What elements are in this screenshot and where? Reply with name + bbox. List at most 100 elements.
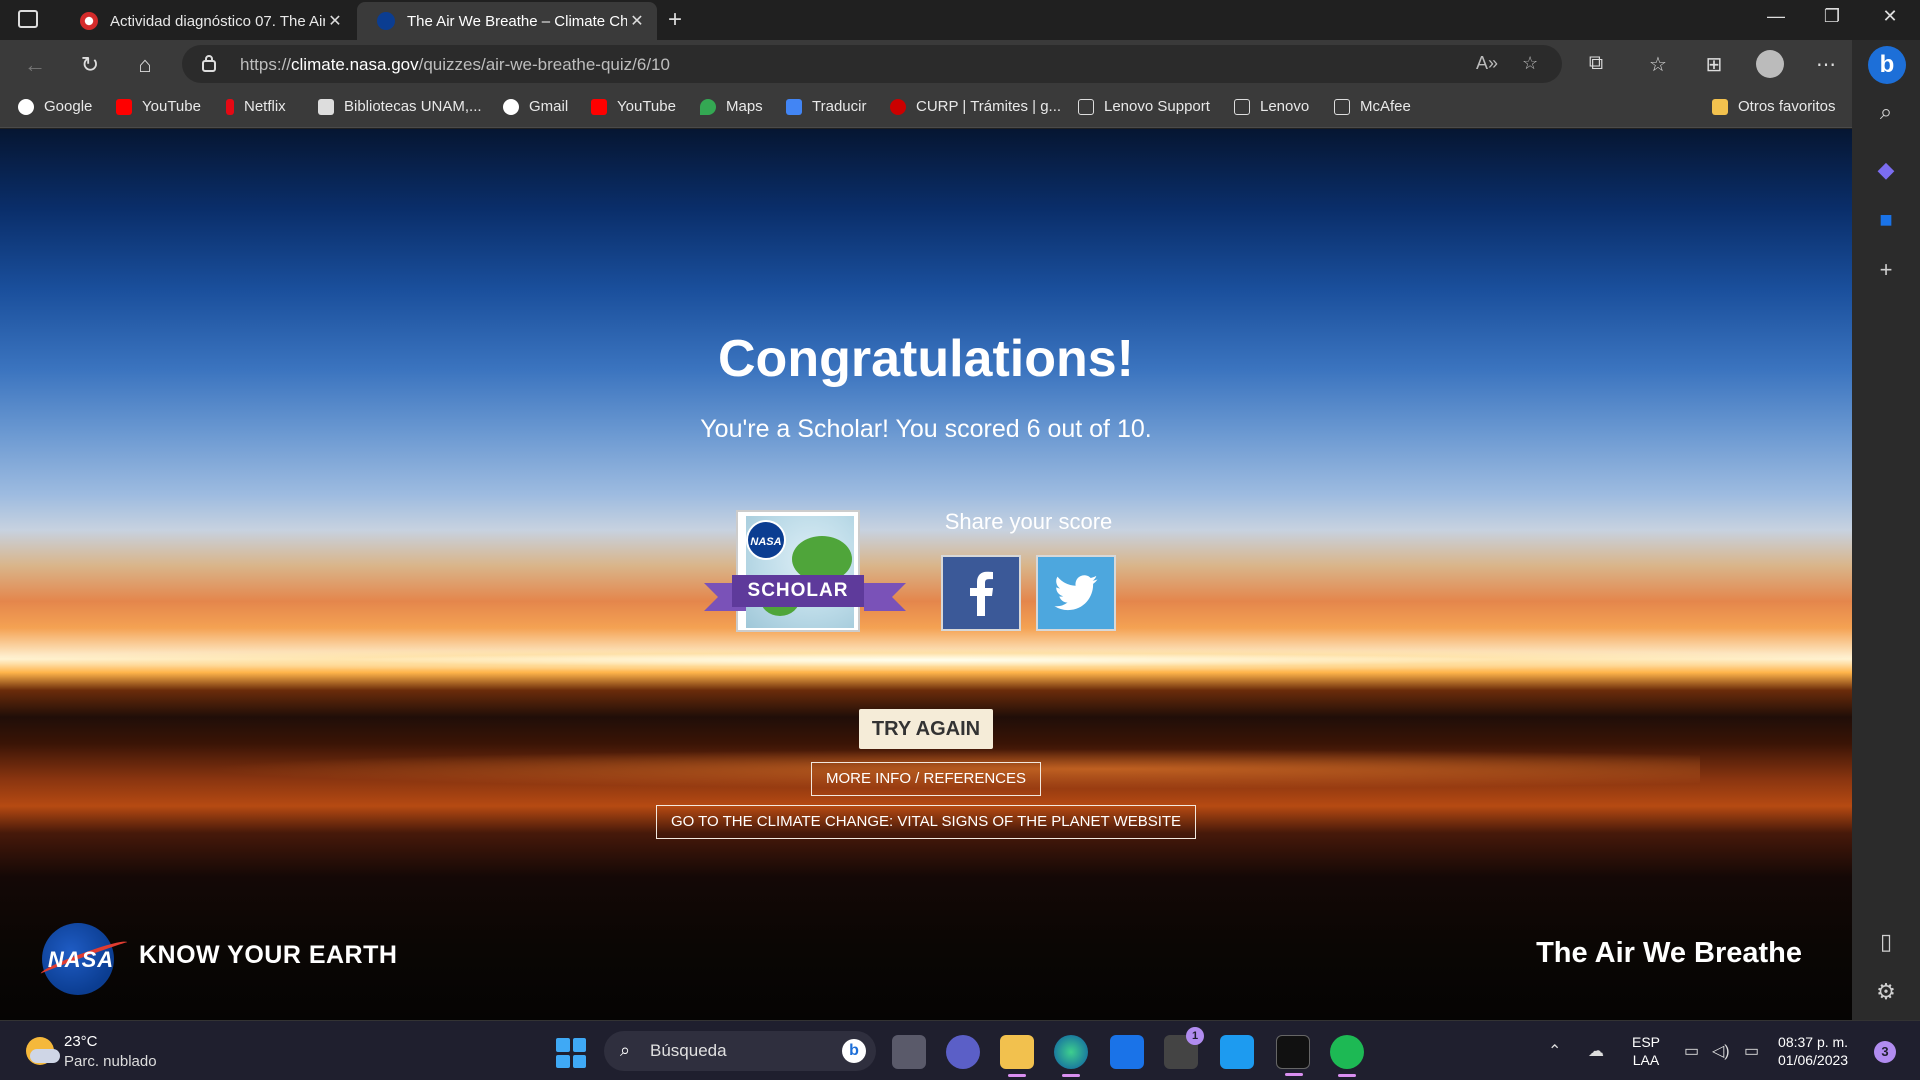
app-l-icon[interactable]: [1220, 1035, 1254, 1069]
facebook-icon: [970, 571, 993, 616]
badge-ribbon: SCHOLAR: [704, 571, 906, 615]
bookmark-youtube-2[interactable]: YouTube: [591, 98, 676, 115]
volume-icon[interactable]: ◁): [1712, 1041, 1730, 1061]
system-clock[interactable]: 08:37 p. m. 01/06/2023: [1778, 1033, 1848, 1069]
edge-sidebar: ⌕ ◆ ■ + ▯ ⚙: [1852, 40, 1920, 1020]
url-text[interactable]: https://climate.nasa.gov/quizzes/air-we-…: [240, 55, 670, 75]
store-icon[interactable]: 1: [1164, 1027, 1204, 1069]
weather-temperature[interactable]: 23°C: [64, 1033, 98, 1050]
spotify-icon[interactable]: [1330, 1035, 1364, 1077]
taskbar-search[interactable]: ⌕ Búsqueda b: [604, 1031, 876, 1071]
bookmark-label: Otros favoritos: [1738, 98, 1836, 115]
bookmark-bibliotecas[interactable]: Bibliotecas UNAM,...: [318, 98, 482, 115]
bookmark-label: Google: [44, 98, 93, 115]
search-icon[interactable]: ⌕: [1874, 100, 1898, 124]
nasa-badge-logo: NASA: [746, 520, 786, 560]
add-icon[interactable]: +: [1874, 258, 1898, 282]
bookmark-curp[interactable]: CURP | Trámites | g...: [890, 98, 1061, 115]
tab-strip: Actividad diagnóstico 07. The Air ✕ The …: [0, 0, 1920, 40]
try-again-button[interactable]: TRY AGAIN: [859, 709, 993, 749]
google-icon: [503, 98, 519, 115]
teams-chat-icon[interactable]: [946, 1035, 980, 1069]
bookmark-gmail[interactable]: Gmail: [503, 98, 568, 115]
bing-icon: b: [842, 1039, 866, 1063]
close-window-icon[interactable]: ✕: [1870, 6, 1910, 27]
tab-title: Actividad diagnóstico 07. The Air: [110, 12, 325, 30]
ribbon-tail-right: [864, 583, 906, 611]
bookmark-mcafee[interactable]: McAfee: [1334, 98, 1411, 115]
epic-games-icon[interactable]: [1276, 1035, 1310, 1076]
bookmark-lenovo[interactable]: Lenovo: [1234, 98, 1309, 115]
new-tab-icon[interactable]: +: [668, 6, 682, 34]
back-icon[interactable]: ←: [20, 50, 50, 80]
close-tab-icon[interactable]: ✕: [627, 11, 647, 31]
nasa-favicon-icon: [377, 12, 395, 30]
extensions-icon[interactable]: ⧉: [1582, 52, 1610, 75]
tab-air-we-breathe[interactable]: The Air We Breathe – Climate Ch ✕: [357, 2, 657, 40]
horizon-glow: [0, 649, 1852, 671]
language-indicator[interactable]: ESP LAA: [1632, 1033, 1660, 1069]
bookmark-label: Traducir: [812, 98, 867, 115]
bookmark-label: Lenovo Support: [1104, 98, 1210, 115]
search-icon: ⌕: [620, 1040, 631, 1060]
quiz-name: The Air We Breathe: [1536, 937, 1802, 969]
settings-icon[interactable]: ⚙: [1874, 980, 1898, 1004]
bookmark-label: Gmail: [529, 98, 569, 115]
edge-icon[interactable]: [1054, 1035, 1088, 1077]
refresh-icon[interactable]: ↻: [75, 50, 105, 80]
twitter-share-button[interactable]: [1036, 555, 1116, 631]
outlook-icon[interactable]: ■: [1874, 208, 1898, 232]
tab-actions-icon[interactable]: [18, 10, 38, 28]
bookmark-youtube[interactable]: YouTube: [116, 98, 201, 115]
vital-signs-link[interactable]: GO TO THE CLIMATE CHANGE: VITAL SIGNS OF…: [656, 805, 1196, 839]
add-favorite-icon[interactable]: ☆: [1522, 53, 1538, 74]
notification-badge[interactable]: 3: [1874, 1041, 1896, 1063]
folder-icon: [1712, 98, 1728, 115]
profile-avatar[interactable]: [1756, 50, 1784, 78]
bookmark-label: CURP | Trámites | g...: [916, 98, 1062, 115]
bookmark-traducir[interactable]: Traducir: [786, 98, 866, 115]
bookmark-maps[interactable]: Maps: [700, 98, 763, 115]
facebook-share-button[interactable]: [941, 555, 1021, 631]
maps-icon: [700, 98, 716, 115]
translate-icon: [786, 98, 802, 115]
score-text: You're a Scholar! You scored 6 out of 10…: [700, 415, 1152, 443]
collections-icon[interactable]: ⊞: [1700, 52, 1728, 77]
bookmark-lenovo-support[interactable]: Lenovo Support: [1078, 98, 1210, 115]
minimize-icon[interactable]: —: [1756, 6, 1796, 27]
home-icon[interactable]: ⌂: [130, 50, 160, 80]
weather-condition[interactable]: Parc. nublado: [64, 1053, 157, 1070]
battery-icon[interactable]: ▭: [1744, 1041, 1759, 1061]
store-badge: 1: [1186, 1027, 1204, 1045]
copilot-icon[interactable]: ◆: [1874, 158, 1898, 182]
nasa-logo[interactable]: NASA: [34, 917, 130, 997]
windows-start-icon[interactable]: [556, 1038, 586, 1068]
curp-icon: [890, 98, 906, 115]
address-bar[interactable]: https://climate.nasa.gov/quizzes/air-we-…: [182, 45, 1562, 83]
tab-title: The Air We Breathe – Climate Ch: [407, 12, 627, 30]
hide-sidebar-icon[interactable]: ▯: [1874, 930, 1898, 954]
bookmark-google[interactable]: Google: [18, 98, 92, 115]
know-your-earth-title: KNOW YOUR EARTH: [139, 941, 398, 969]
bookmark-other-favorites[interactable]: Otros favoritos: [1712, 98, 1836, 115]
task-view-icon[interactable]: [892, 1035, 926, 1069]
youtube-icon: [591, 98, 607, 115]
bing-chat-icon[interactable]: b: [1868, 46, 1906, 84]
mail-icon[interactable]: [1110, 1035, 1144, 1069]
more-info-button[interactable]: MORE INFO / REFERENCES: [811, 762, 1041, 796]
twitter-icon: [1054, 575, 1098, 611]
tab-actividad[interactable]: Actividad diagnóstico 07. The Air ✕: [60, 2, 355, 40]
file-explorer-icon[interactable]: [1000, 1035, 1034, 1077]
onedrive-icon[interactable]: ☁: [1588, 1041, 1604, 1061]
read-aloud-icon[interactable]: A»: [1476, 53, 1498, 74]
network-icon[interactable]: ▭: [1684, 1041, 1699, 1061]
close-tab-icon[interactable]: ✕: [325, 11, 345, 31]
bookmarks-bar: Google YouTube Netflix Bibliotecas UNAM,…: [0, 88, 1920, 128]
restore-icon[interactable]: ❐: [1812, 6, 1852, 27]
bookmark-netflix[interactable]: Netflix: [226, 98, 286, 115]
clock-time: 08:37 p. m.: [1778, 1034, 1849, 1050]
show-hidden-icons[interactable]: ⌃: [1548, 1041, 1561, 1061]
bookmark-label: YouTube: [142, 98, 201, 115]
favorites-icon[interactable]: ☆: [1644, 52, 1672, 77]
more-menu-icon[interactable]: ⋯: [1812, 52, 1840, 77]
